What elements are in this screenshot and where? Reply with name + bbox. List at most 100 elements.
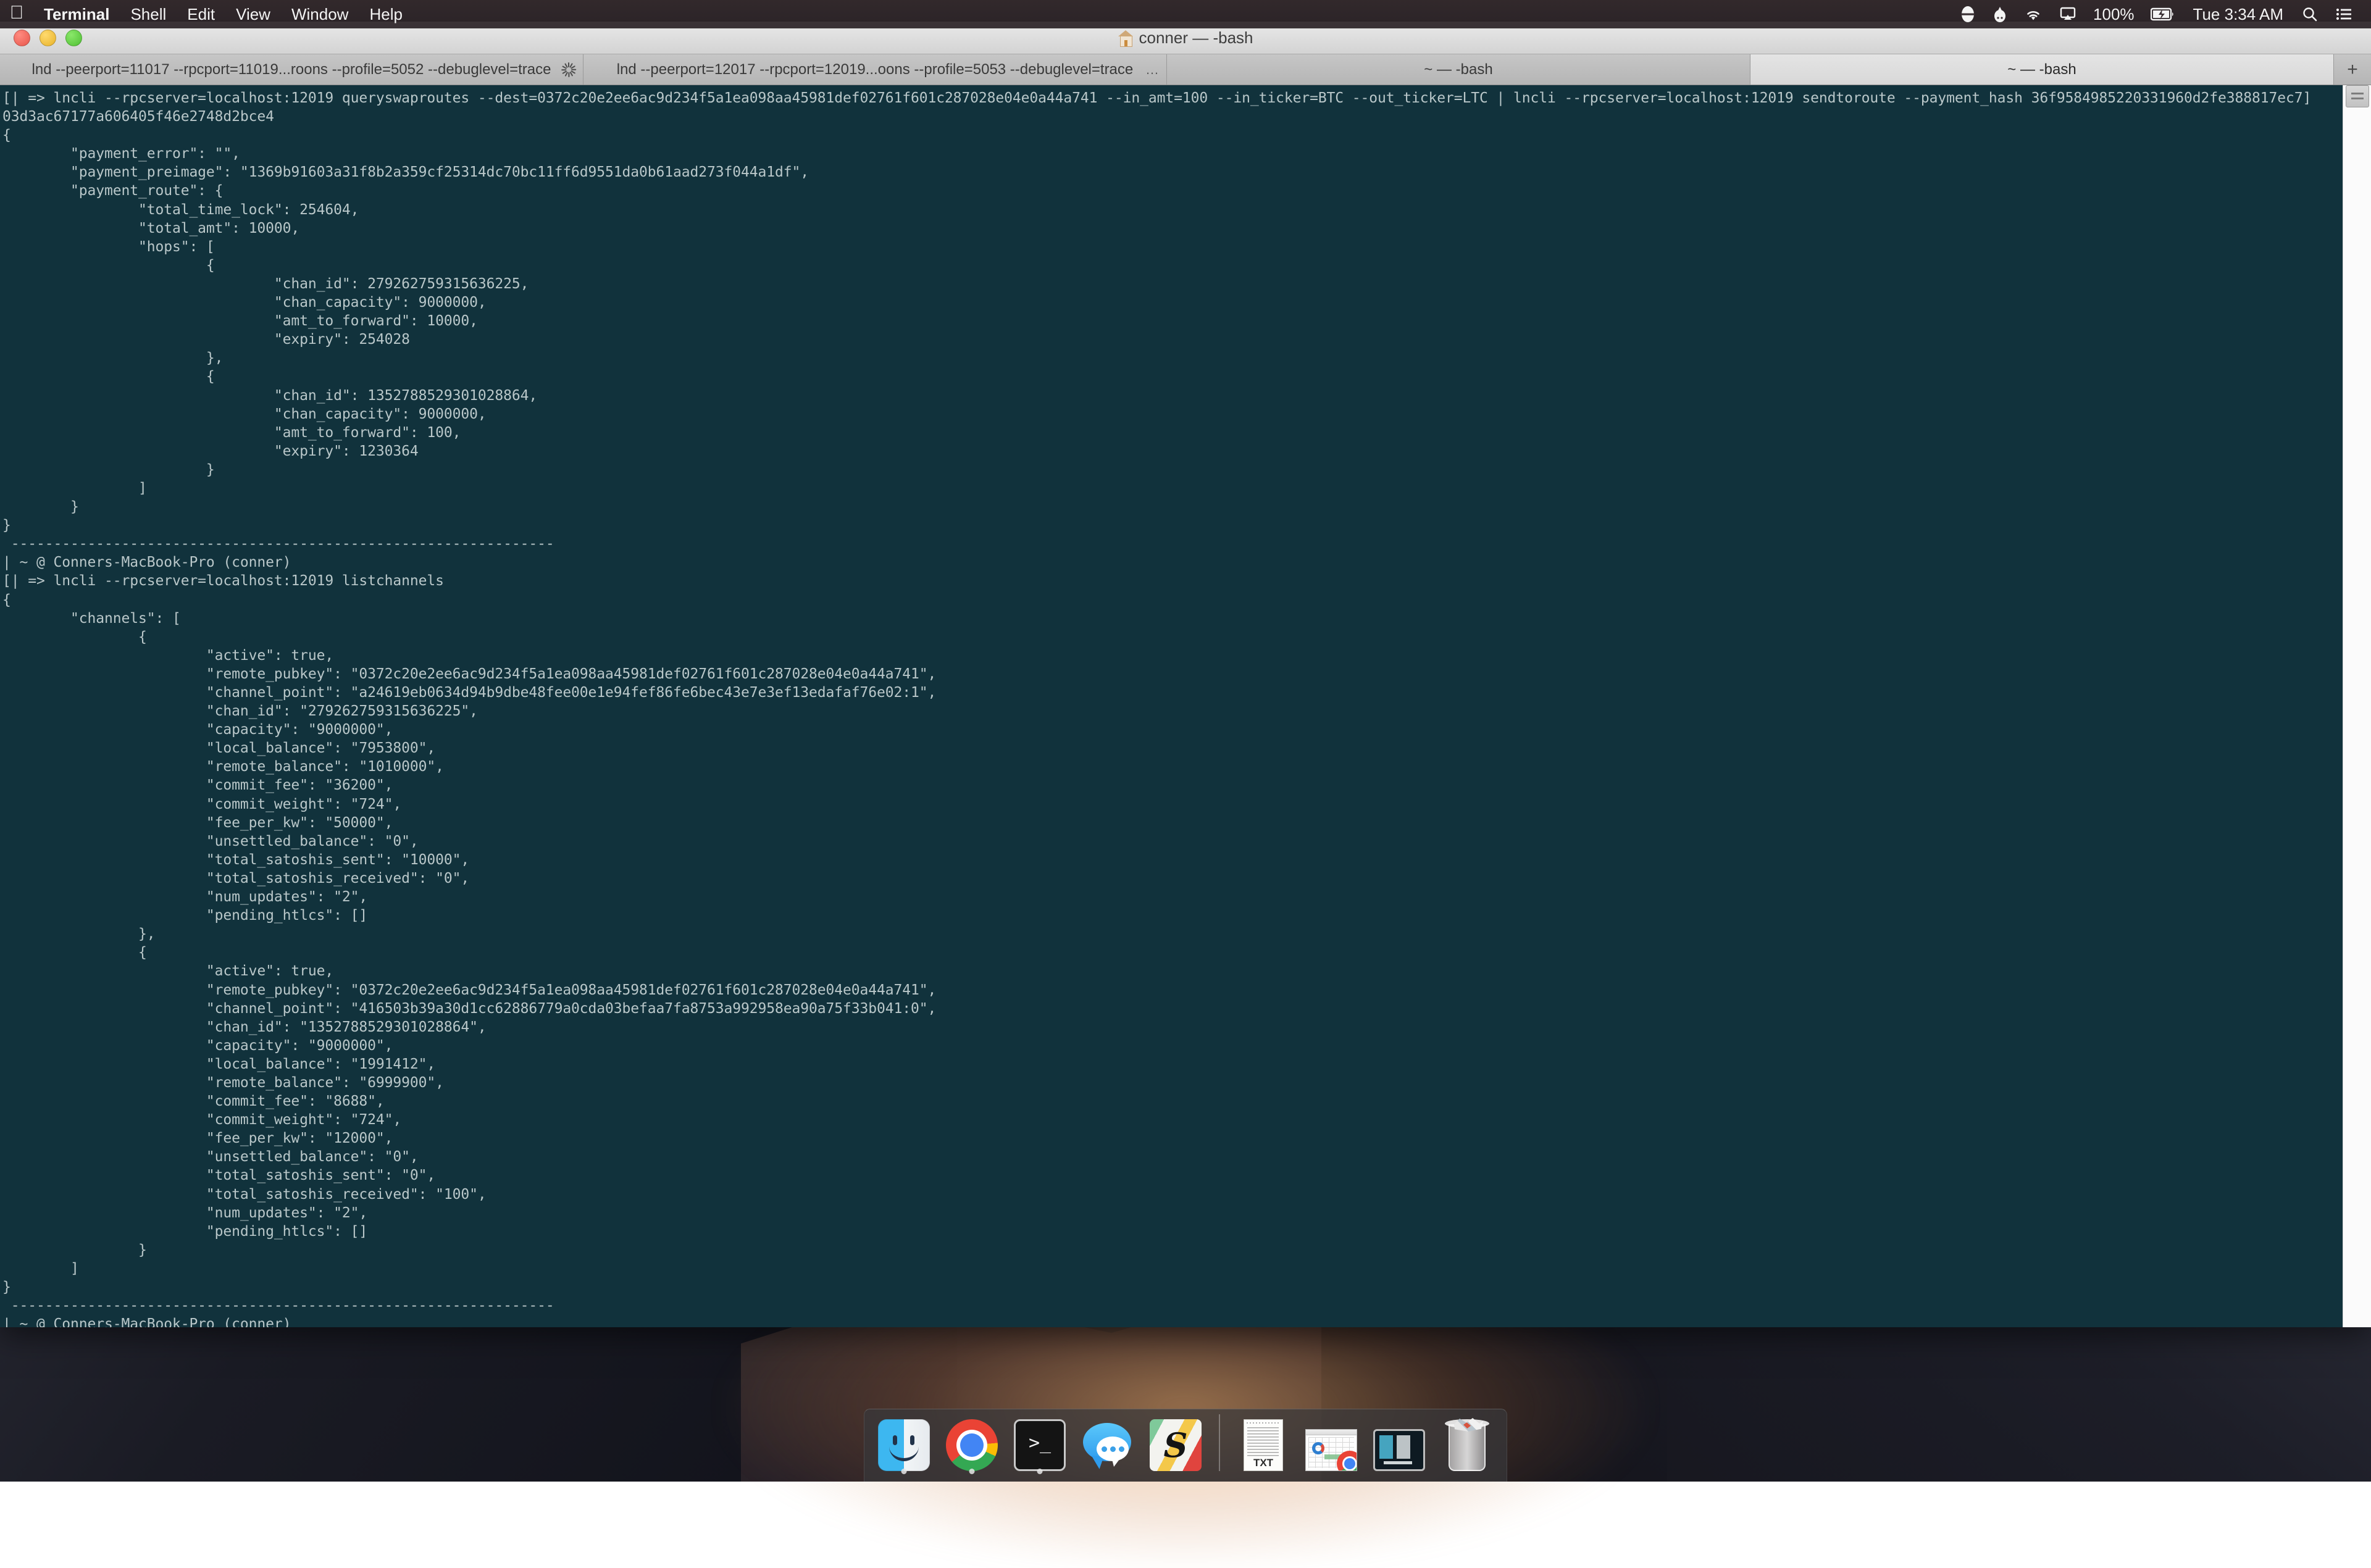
- wifi-icon[interactable]: [2016, 0, 2051, 28]
- tab-bar: lnd --peerport=11017 --rpcport=11019...r…: [0, 54, 2371, 85]
- terminal-line: }: [2, 1278, 2343, 1296]
- terminal-line: | ~ @ Conners-MacBook-Pro (conner): [2, 1315, 2343, 1327]
- window-title: conner — -bash: [0, 28, 2371, 48]
- terminal-line: "remote_pubkey": "0372c20e2ee6ac9d234f5a…: [2, 665, 2343, 683]
- dock-item-messages[interactable]: [1079, 1414, 1136, 1471]
- terminal-line: }: [2, 516, 2343, 535]
- tab-bash-4[interactable]: ~ — -bash: [1750, 54, 2334, 85]
- dock-item-spreadsheet-window[interactable]: [1303, 1414, 1360, 1471]
- messages-icon: [1082, 1419, 1134, 1471]
- terminal-line: "total_satoshis_received": "100",: [2, 1185, 2343, 1204]
- terminal-line: "commit_fee": "8688",: [2, 1092, 2343, 1111]
- terminal-line: "chan_capacity": 9000000,: [2, 293, 2343, 312]
- terminal-line: "amt_to_forward": 10000,: [2, 312, 2343, 330]
- scrollbar-thumb[interactable]: [2346, 85, 2369, 107]
- menu-bar-clock[interactable]: Tue 3:34 AM: [2183, 0, 2293, 28]
- loading-spinner-icon: [561, 62, 577, 78]
- menu-item-terminal[interactable]: Terminal: [33, 0, 120, 28]
- bot-icon[interactable]: [1984, 0, 2016, 28]
- text-document-icon: TXT: [1244, 1419, 1283, 1471]
- dock-item-sublime-text[interactable]: S: [1147, 1414, 1204, 1471]
- terminal-line: "num_updates": "2",: [2, 888, 2343, 906]
- menu-item-edit[interactable]: Edit: [177, 0, 225, 28]
- terminal-line: "total_satoshis_sent": "0",: [2, 1166, 2343, 1185]
- terminal-output-area[interactable]: [| => lncli --rpcserver=localhost:12019 …: [0, 85, 2371, 1327]
- terminal-line: "chan_id": "1352788529301028864",: [2, 1018, 2343, 1036]
- terminal-line: "payment_preimage": "1369b91603a31f8b2a3…: [2, 163, 2343, 181]
- terminal-line: "payment_route": {: [2, 181, 2343, 200]
- dock-item-finder[interactable]: [876, 1414, 932, 1471]
- terminal-line: "expiry": 254028: [2, 330, 2343, 349]
- terminal-line: "active": true,: [2, 646, 2343, 665]
- sublime-text-icon: S: [1150, 1419, 1202, 1471]
- running-indicator: [1037, 1469, 1043, 1474]
- terminal-line: "total_amt": 10000,: [2, 219, 2343, 238]
- terminal-line: "pending_htlcs": []: [2, 906, 2343, 925]
- menu-item-help[interactable]: Help: [359, 0, 412, 28]
- terminal-line: "expiry": 1230364: [2, 442, 2343, 461]
- new-tab-button[interactable]: +: [2334, 54, 2371, 85]
- terminal-line: "chan_capacity": 9000000,: [2, 405, 2343, 423]
- dock-item-chrome[interactable]: [943, 1414, 1000, 1471]
- terminal-line: [| => lncli --rpcserver=localhost:12019 …: [2, 89, 2343, 107]
- terminal-line: "capacity": "9000000",: [2, 1036, 2343, 1055]
- dock-item-terminal[interactable]: >_: [1011, 1414, 1068, 1471]
- dock-item-trash[interactable]: [1439, 1414, 1495, 1471]
- terminal-line: "channels": [: [2, 609, 2343, 628]
- dropbox-icon[interactable]: [1952, 0, 1984, 28]
- trash-icon: [1445, 1418, 1489, 1471]
- tab-bash-3[interactable]: ~ — -bash: [1167, 54, 1750, 85]
- terminal-line: },: [2, 349, 2343, 367]
- finder-icon: [878, 1419, 930, 1471]
- terminal-line: "chan_id": 1352788529301028864,: [2, 386, 2343, 405]
- terminal-window[interactable]: conner — -bash lnd --peerport=11017 --rp…: [0, 22, 2371, 1327]
- terminal-line: "active": true,: [2, 962, 2343, 980]
- terminal-line: "local_balance": "1991412",: [2, 1055, 2343, 1074]
- terminal-line: "total_satoshis_sent": "10000",: [2, 851, 2343, 869]
- dock-item-text-document[interactable]: TXT: [1235, 1414, 1292, 1471]
- terminal-line: {: [2, 367, 2343, 386]
- zoom-button[interactable]: [65, 30, 82, 46]
- tab-label: lnd --peerport=11017 --rpcport=11019...r…: [32, 61, 551, 78]
- dock-separator: [1219, 1414, 1220, 1471]
- tab-lnd-5052[interactable]: lnd --peerport=11017 --rpcport=11019...r…: [0, 54, 583, 85]
- battery-icon[interactable]: [2143, 0, 2183, 28]
- terminal-line: "local_balance": "7953800",: [2, 739, 2343, 757]
- menu-bar:  Terminal Shell Edit View Window Help 1…: [0, 0, 2371, 28]
- tab-label: ~ — -bash: [1424, 61, 1492, 78]
- terminal-line: "commit_weight": "724",: [2, 795, 2343, 814]
- terminal-line: ----------------------------------------…: [2, 535, 2343, 553]
- terminal-line: "fee_per_kw": "50000",: [2, 814, 2343, 832]
- dock-item-terminal-window[interactable]: [1371, 1414, 1428, 1471]
- terminal-line: "payment_error": "",: [2, 144, 2343, 163]
- menu-item-shell[interactable]: Shell: [120, 0, 177, 28]
- terminal-line: [| => lncli --rpcserver=localhost:12019 …: [2, 572, 2343, 590]
- terminal-line: "chan_id": 279262759315636225,: [2, 275, 2343, 293]
- terminal-text: [| => lncli --rpcserver=localhost:12019 …: [2, 89, 2343, 1327]
- tab-overflow-icon: …: [1145, 63, 1159, 77]
- tab-lnd-5053[interactable]: lnd --peerport=12017 --rpcport=12019...o…: [583, 54, 1167, 85]
- terminal-line: "commit_weight": "724",: [2, 1111, 2343, 1129]
- terminal-line: "amt_to_forward": 100,: [2, 423, 2343, 442]
- terminal-line: }: [2, 498, 2343, 516]
- terminal-line: "remote_balance": "1010000",: [2, 757, 2343, 776]
- tab-label: lnd --peerport=12017 --rpcport=12019...o…: [617, 61, 1134, 78]
- terminal-line: ----------------------------------------…: [2, 1296, 2343, 1315]
- terminal-line: }: [2, 461, 2343, 479]
- terminal-line: {: [2, 591, 2343, 609]
- airplay-icon[interactable]: [2051, 0, 2085, 28]
- terminal-scrollbar[interactable]: [2343, 85, 2371, 1327]
- menu-item-view[interactable]: View: [225, 0, 281, 28]
- terminal-line: "pending_htlcs": []: [2, 1222, 2343, 1241]
- terminal-window-icon: [1373, 1429, 1425, 1471]
- apple-menu-icon[interactable]: : [0, 4, 33, 25]
- control-center-icon[interactable]: [2327, 0, 2361, 28]
- terminal-line: "unsettled_balance": "0",: [2, 832, 2343, 851]
- menu-item-window[interactable]: Window: [281, 0, 359, 28]
- terminal-line: 03d3ac67177a606405f46e2748d2bce4: [2, 107, 2343, 126]
- minimize-button[interactable]: [40, 30, 56, 46]
- terminal-line: }: [2, 1241, 2343, 1259]
- search-icon[interactable]: [2293, 0, 2327, 28]
- close-button[interactable]: [14, 30, 30, 46]
- running-indicator: [969, 1469, 975, 1474]
